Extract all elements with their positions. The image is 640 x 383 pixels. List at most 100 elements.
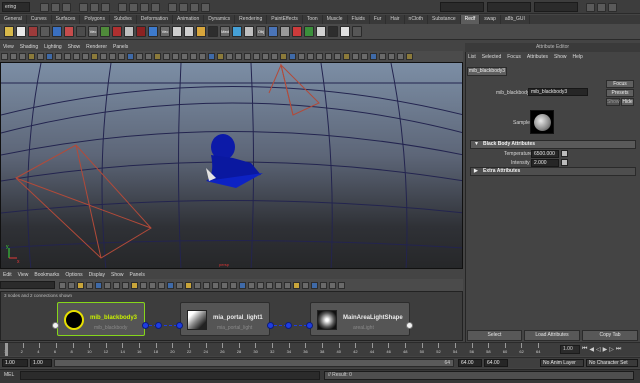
viewport-tool-icon[interactable] — [10, 53, 17, 60]
material-icon[interactable] — [64, 26, 74, 37]
viewport-tool-icon[interactable] — [334, 53, 341, 60]
viewport-tool-icon[interactable] — [145, 53, 152, 60]
snap-grid-icon[interactable] — [118, 3, 127, 12]
connection-dot[interactable] — [285, 322, 292, 329]
tab-ncloth[interactable]: nCloth — [405, 15, 428, 24]
connection-dot[interactable] — [155, 322, 162, 329]
pin-icon[interactable] — [280, 26, 290, 37]
node-tool-icon[interactable] — [329, 281, 336, 289]
light-icon[interactable] — [40, 26, 50, 37]
node-tool-icon[interactable] — [194, 281, 201, 289]
dome-icon[interactable] — [112, 26, 122, 37]
viewport-tool-icon[interactable] — [154, 53, 161, 60]
node-tool-icon[interactable] — [167, 281, 174, 289]
node-tool-icon[interactable] — [77, 281, 84, 289]
node-tool-icon[interactable] — [122, 281, 129, 289]
node-tool-icon[interactable] — [239, 281, 246, 289]
tool-icon[interactable] — [76, 26, 86, 37]
check-icon[interactable] — [304, 26, 314, 37]
history-icon[interactable] — [168, 3, 177, 12]
tab-toon[interactable]: Toon — [303, 15, 323, 24]
viewport-tool-icon[interactable] — [271, 53, 278, 60]
attribute-editor-menu-attributes[interactable]: Attributes — [524, 53, 551, 61]
z-field[interactable] — [534, 2, 578, 12]
step-back-icon[interactable]: ◀ — [589, 346, 594, 353]
viewport-tool-icon[interactable] — [235, 53, 242, 60]
viewport-tool-icon[interactable] — [307, 53, 314, 60]
play-back-icon[interactable]: ◁ — [596, 346, 601, 353]
layer-icon[interactable] — [268, 26, 278, 37]
anim-layer-dropdown[interactable]: No Anim Layer — [540, 359, 584, 367]
section-black-body-attributes[interactable]: ▼ Black Body Attributes — [470, 140, 636, 149]
node-search-field[interactable] — [0, 281, 55, 289]
output-port[interactable] — [267, 322, 274, 329]
viewport-tool-icon[interactable] — [28, 53, 35, 60]
viewport-tool-icon[interactable] — [289, 53, 296, 60]
node-tool-icon[interactable] — [158, 281, 165, 289]
select-component-icon[interactable] — [101, 3, 110, 12]
hide-button[interactable]: Hide — [621, 98, 634, 106]
attribute-editor-menu-list[interactable]: List — [465, 53, 479, 61]
sphere-icon[interactable] — [124, 26, 134, 37]
end-time-field[interactable]: 64.00 — [484, 359, 508, 367]
node-tool-icon[interactable] — [185, 281, 192, 289]
attribute-editor-menu-show[interactable]: Show — [551, 53, 570, 61]
mode-selector[interactable]: ering — [2, 2, 30, 12]
viewport-tool-icon[interactable] — [64, 53, 71, 60]
node-editor-menu-options[interactable]: Options — [62, 271, 85, 279]
tab-curves[interactable]: Curves — [27, 15, 52, 24]
viewport-tool-icon[interactable] — [199, 53, 206, 60]
vec2-icon[interactable]: Vec — [160, 26, 170, 37]
node-editor-menu-edit[interactable]: Edit — [0, 271, 15, 279]
tab-substance[interactable]: Substance — [428, 15, 461, 24]
vec-icon[interactable]: Vec — [88, 26, 98, 37]
node-name-field[interactable]: mib_blackbody3 — [528, 88, 588, 96]
attribute-editor-menu-focus[interactable]: Focus — [504, 53, 524, 61]
intensity-field[interactable]: 2.000 — [531, 159, 559, 167]
viewport-tool-icon[interactable] — [370, 53, 377, 60]
input-port[interactable] — [176, 322, 183, 329]
tab-redf[interactable]: Redf — [460, 15, 481, 24]
viewport-tool-icon[interactable] — [316, 53, 323, 60]
obj-icon[interactable]: Obj — [256, 26, 266, 37]
sample-swatch[interactable] — [530, 110, 554, 134]
teapot-icon[interactable] — [340, 26, 350, 37]
tab-subdivs[interactable]: Subdivs — [110, 15, 137, 24]
cylinder-icon[interactable] — [244, 26, 254, 37]
viewport-menu-show[interactable]: Show — [65, 43, 84, 51]
object-icon[interactable] — [16, 26, 26, 37]
copy-tab-button[interactable]: Copy Tab — [582, 330, 638, 341]
med-icon[interactable]: Med — [220, 26, 230, 37]
tab-surfaces[interactable]: Surfaces — [52, 15, 81, 24]
temperature-map-icon[interactable] — [561, 150, 568, 157]
presets-button[interactable]: Presets — [606, 89, 634, 97]
node-tool-icon[interactable] — [302, 281, 309, 289]
viewport-tool-icon[interactable] — [127, 53, 134, 60]
plane-icon[interactable] — [172, 26, 182, 37]
new-scene-icon[interactable] — [40, 3, 49, 12]
temperature-field[interactable]: 6500.000 — [531, 150, 559, 158]
viewport-tool-icon[interactable] — [280, 53, 287, 60]
node-tool-icon[interactable] — [338, 281, 345, 289]
viewport-menu-view[interactable]: View — [0, 43, 17, 51]
intensity-map-icon[interactable] — [561, 159, 568, 166]
node-tool-icon[interactable] — [86, 281, 93, 289]
viewport-menu-panels[interactable]: Panels — [110, 43, 131, 51]
select-hierarchy-icon[interactable] — [79, 3, 88, 12]
viewport-tool-icon[interactable] — [397, 53, 404, 60]
node-mia-portal-light1[interactable]: mia_portal_light1 mia_portal_light — [180, 302, 270, 336]
viewport-menu-renderer[interactable]: Renderer — [83, 43, 110, 51]
fx-icon[interactable] — [136, 26, 146, 37]
surface-icon[interactable] — [148, 26, 158, 37]
character-set-dropdown[interactable]: No Character Set — [586, 359, 638, 367]
select-object-icon[interactable] — [90, 3, 99, 12]
tab-animation[interactable]: Animation — [173, 15, 205, 24]
node-tool-icon[interactable] — [284, 281, 291, 289]
viewport-tool-icon[interactable] — [406, 53, 413, 60]
viewport-tool-icon[interactable] — [37, 53, 44, 60]
viewport-tool-icon[interactable] — [190, 53, 197, 60]
render-settings-icon[interactable] — [201, 3, 210, 12]
playback-start-field[interactable]: 1.00 — [30, 359, 52, 367]
viewport-tool-icon[interactable] — [217, 53, 224, 60]
tab-general[interactable]: General — [0, 15, 27, 24]
